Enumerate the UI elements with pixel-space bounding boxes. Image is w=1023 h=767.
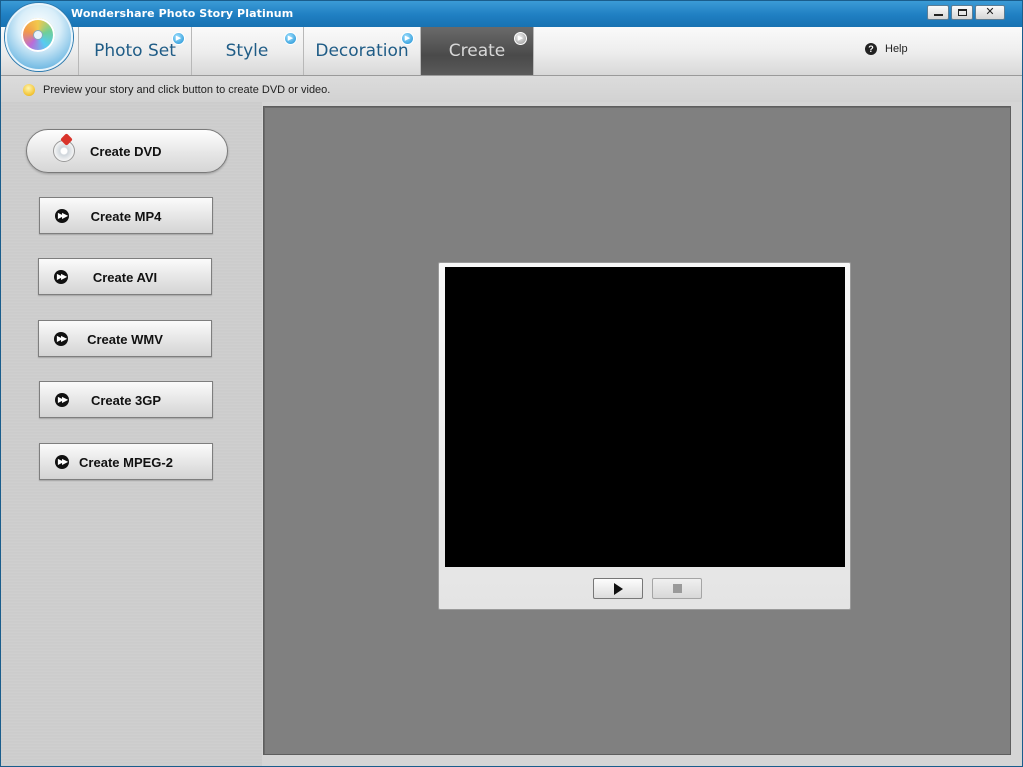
create-mpeg2-button[interactable]: ▶▶ Create MPEG-2 — [39, 443, 213, 480]
tab-label: Decoration — [315, 41, 409, 61]
app-window: Wondershare Photo Story Platinum ✕ Photo… — [0, 0, 1023, 767]
tab-label: Photo Set — [94, 41, 176, 61]
disc-hole — [33, 30, 43, 40]
create-3gp-label: Create 3GP — [90, 393, 162, 408]
tab-photo-set[interactable]: Photo Set ▶ — [78, 27, 192, 75]
maximize-button[interactable] — [951, 5, 973, 20]
close-button[interactable]: ✕ — [975, 5, 1005, 20]
tab-label: Create — [448, 41, 506, 61]
create-avi-button[interactable]: ▶▶ Create AVI — [38, 258, 212, 295]
minimize-button[interactable] — [927, 5, 949, 20]
minimize-icon — [933, 14, 943, 16]
tab-style[interactable]: Style ▶ — [191, 27, 304, 75]
arrow-right-icon: ▶ — [172, 32, 185, 45]
lightbulb-icon — [23, 84, 35, 96]
hint-bar: Preview your story and click button to c… — [1, 76, 1022, 102]
create-avi-label: Create AVI — [92, 270, 158, 285]
tab-decoration[interactable]: Decoration ▶ — [304, 27, 421, 75]
help-icon: ? — [865, 43, 877, 55]
maximize-icon — [957, 9, 967, 16]
play-icon — [613, 582, 623, 595]
preview-screen[interactable] — [445, 267, 845, 567]
create-wmv-button[interactable]: ▶▶ Create WMV — [38, 320, 212, 357]
window-title: Wondershare Photo Story Platinum — [71, 7, 294, 20]
hint-text: Preview your story and click button to c… — [43, 84, 331, 96]
tab-create[interactable]: Create ▶ — [421, 27, 534, 75]
app-logo[interactable] — [5, 3, 73, 71]
create-3gp-button[interactable]: ▶▶ Create 3GP — [39, 381, 213, 418]
create-mp4-label: Create MP4 — [90, 209, 162, 224]
create-dvd-label: Create DVD — [90, 144, 162, 159]
create-mpeg2-label: Create MPEG-2 — [79, 455, 173, 470]
stop-button[interactable] — [652, 578, 702, 599]
help-label: Help — [885, 43, 908, 55]
stop-icon — [672, 584, 682, 593]
create-wmv-label: Create WMV — [87, 332, 163, 347]
title-bar[interactable]: Wondershare Photo Story Platinum ✕ — [1, 1, 1022, 27]
play-button[interactable] — [593, 578, 643, 599]
photo-disc-icon — [21, 18, 55, 52]
arrow-right-icon: ▶ — [401, 32, 414, 45]
help-button[interactable]: ? Help — [865, 43, 908, 55]
create-mp4-button[interactable]: ▶▶ Create MP4 — [39, 197, 213, 234]
close-icon: ✕ — [985, 6, 995, 18]
create-dvd-button[interactable]: Create DVD — [26, 129, 228, 173]
tab-label: Style — [225, 41, 269, 61]
arrow-right-icon: ▶ — [284, 32, 297, 45]
arrow-right-icon: ▶ — [514, 32, 527, 45]
dvd-disc-icon — [53, 140, 75, 162]
